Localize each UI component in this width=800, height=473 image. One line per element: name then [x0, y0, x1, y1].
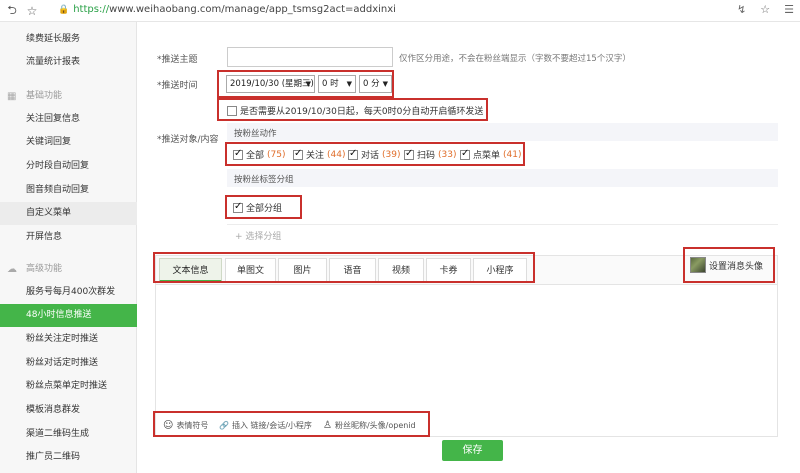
action-all-checkbox[interactable] — [233, 148, 243, 160]
hour-select[interactable]: 0 时 ▼ — [318, 75, 356, 93]
time-label: *推送时间 — [157, 81, 198, 91]
sidebar-item-custom-menu[interactable]: 自定义菜单 — [0, 202, 137, 225]
action-follow-checkbox[interactable] — [293, 148, 303, 160]
dropdown-arrow-icon: ▼ — [346, 80, 352, 88]
sidebar-group-basic: ▦ 基础功能 — [0, 85, 137, 108]
sidebar-item-keyword-reply[interactable]: 关键词回复 — [0, 131, 137, 154]
sidebar-item-mass-send[interactable]: 服务号每月400次群发 — [0, 281, 137, 304]
fan-nickname-button[interactable]: ♙ 粉丝昵称/头像/openid — [323, 420, 416, 431]
action-menu[interactable]: 点菜单 (41) — [460, 148, 522, 161]
sidebar-item-promoter-qrcode[interactable]: 推广员二维码 — [0, 446, 137, 469]
save-button[interactable]: 保存 — [442, 440, 503, 461]
user-icon: ♙ — [323, 420, 332, 431]
sidebar: 续费延长服务 流量统计报表 ▦ 基础功能 关注回复信息 关键词回复 分时段自动回… — [0, 22, 137, 473]
sidebar-item-channel-qrcode[interactable]: 渠道二维码生成 — [0, 423, 137, 446]
by-action-title: 按粉丝动作 — [234, 129, 277, 139]
by-tag-title: 按粉丝标签分组 — [234, 175, 294, 185]
subject-input[interactable] — [227, 47, 393, 67]
action-all-count: (75) — [267, 149, 286, 160]
action-header — [227, 123, 778, 141]
grid-icon: ▦ — [7, 91, 17, 102]
lightning-icon[interactable]: ↯ — [737, 3, 746, 16]
select-group-link[interactable]: + 选择分组 — [235, 229, 281, 242]
subject-hint: 仅作区分用途，不会在粉丝端显示（字数不要超过15个汉字） — [399, 54, 631, 64]
emoji-label: 表情符号 — [176, 421, 209, 430]
dropdown-arrow-icon: ▼ — [305, 80, 311, 88]
action-menu-checkbox[interactable] — [460, 148, 470, 160]
sidebar-item-splash[interactable]: 开屏信息 — [0, 226, 137, 249]
emoji-button[interactable]: ☺ 表情符号 — [163, 420, 208, 431]
repeat-checkbox[interactable] — [227, 105, 237, 116]
emoji-icon: ☺ — [163, 420, 174, 431]
back-icon[interactable]: ⮌ — [2, 0, 22, 22]
cloud-icon: ☁ — [7, 264, 17, 275]
fan-nickname-label: 粉丝昵称/头像/openid — [334, 421, 416, 430]
sidebar-group-advanced: ☁ 高级功能 — [0, 258, 137, 281]
sidebar-item-follow-timed-push[interactable]: 粉丝关注定时推送 — [0, 328, 137, 351]
link-icon: 🔗 — [219, 421, 229, 430]
dropdown-arrow-icon: ▼ — [382, 80, 388, 88]
favorite-icon[interactable]: ☆ — [760, 3, 770, 16]
action-scan-checkbox[interactable] — [404, 148, 414, 160]
sidebar-item-media-reply[interactable]: 图音频自动回复 — [0, 179, 137, 202]
action-all-label: 全部 — [246, 151, 265, 161]
date-value: 2019/10/30 (星期三) — [230, 79, 314, 89]
divider — [227, 224, 778, 225]
sidebar-group-label: 高级功能 — [26, 264, 63, 274]
tag-header — [227, 169, 778, 187]
menu-icon[interactable]: ☰ — [784, 3, 794, 16]
action-chat-count: (39) — [382, 149, 401, 160]
sidebar-item-timed-reply[interactable]: 分时段自动回复 — [0, 155, 137, 178]
insert-link-button[interactable]: 🔗 插入 链接/会话/小程序 — [219, 420, 312, 431]
main-panel: *推送主题 仅作区分用途，不会在粉丝端显示（字数不要超过15个汉字） *推送时间… — [137, 22, 800, 473]
action-chat-label: 对话 — [361, 151, 380, 161]
sidebar-group-label: 基础功能 — [26, 91, 63, 101]
all-groups-label: 全部分组 — [246, 204, 283, 214]
action-follow-count: (44) — [327, 149, 346, 160]
action-menu-count: (41) — [503, 149, 522, 160]
action-chat[interactable]: 对话 (39) — [348, 148, 401, 161]
target-label: *推送对象/内容 — [157, 135, 219, 145]
set-avatar-label: 设置消息头像 — [709, 261, 764, 272]
browser-right-icons: ↯ ☆ ☰ — [737, 3, 794, 16]
action-scan-count: (33) — [438, 149, 457, 160]
sidebar-item-48h-push[interactable]: 48小时信息推送 — [0, 304, 137, 327]
action-chat-checkbox[interactable] — [348, 148, 358, 160]
insert-link-label: 插入 链接/会话/小程序 — [231, 421, 312, 430]
minute-value: 0 分 — [363, 79, 380, 89]
sidebar-item-chat-timed-push[interactable]: 粉丝对话定时推送 — [0, 352, 137, 375]
action-follow[interactable]: 关注 (44) — [293, 148, 346, 161]
action-follow-label: 关注 — [306, 151, 325, 161]
sidebar-item-follow-reply[interactable]: 关注回复信息 — [0, 108, 137, 131]
sidebar-item-template-msg[interactable]: 模板消息群发 — [0, 399, 137, 422]
repeat-label: 是否需要从2019/10/30日起，每天0时0分自动开启循环发送 — [240, 107, 484, 117]
minute-select[interactable]: 0 分 ▼ — [359, 75, 392, 93]
sidebar-item-menu-timed-push[interactable]: 粉丝点菜单定时推送 — [0, 375, 137, 398]
action-all[interactable]: 全部 (75) — [233, 148, 286, 161]
highlight-tabs — [153, 252, 535, 283]
action-scan[interactable]: 扫码 (33) — [404, 148, 457, 161]
subject-label: *推送主题 — [157, 52, 198, 65]
subject-label-text: *推送主题 — [157, 55, 198, 65]
sidebar-item-traffic-report[interactable]: 流量统计报表 — [0, 51, 137, 74]
repeat-option[interactable]: 是否需要从2019/10/30日起，每天0时0分自动开启循环发送 — [227, 104, 483, 117]
browser-toolbar: ⮌ ☆ 🔒 https://www.weihaobang.com/manage/… — [0, 0, 800, 22]
action-menu-label: 点菜单 — [473, 151, 501, 161]
hour-value: 0 时 — [322, 79, 339, 89]
url-scheme: https:// — [73, 4, 110, 15]
url-text: www.weihaobang.com/manage/app_tsmsg2act=… — [109, 4, 396, 15]
all-groups-option[interactable]: 全部分组 — [233, 201, 282, 214]
lock-icon: 🔒 — [58, 4, 70, 15]
date-select[interactable]: 2019/10/30 (星期三) ▼ — [226, 75, 315, 93]
avatar — [690, 257, 706, 273]
address-bar[interactable]: 🔒 https://www.weihaobang.com/manage/app_… — [58, 4, 396, 15]
action-scan-label: 扫码 — [417, 151, 436, 161]
all-groups-checkbox[interactable] — [233, 201, 243, 213]
sidebar-item-renew[interactable]: 续费延长服务 — [0, 28, 137, 51]
bookmark-star-icon[interactable]: ☆ — [22, 0, 42, 22]
set-avatar-button[interactable]: 设置消息头像 — [690, 257, 763, 273]
